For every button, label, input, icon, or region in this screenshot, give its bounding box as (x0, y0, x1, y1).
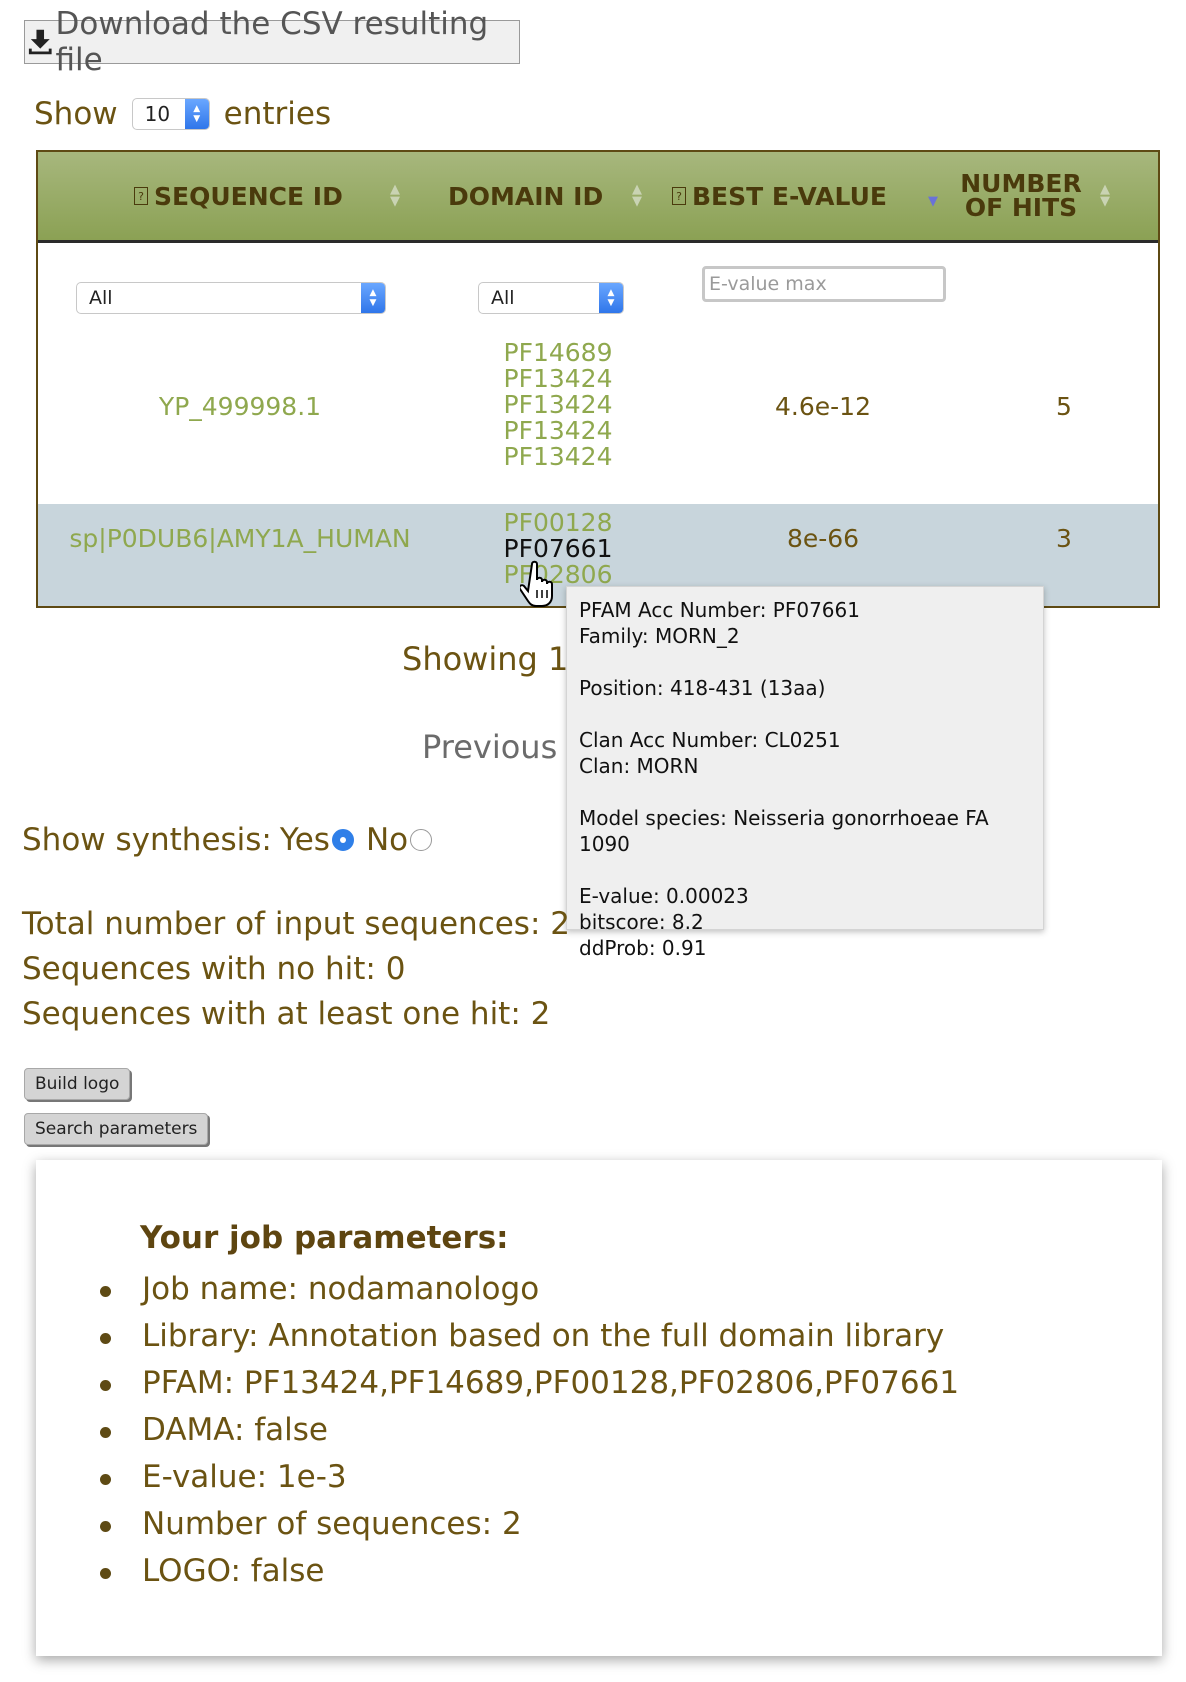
domain-link[interactable]: PF13424 (458, 392, 658, 418)
sort-icon[interactable]: ▲ ▼ (1100, 183, 1110, 208)
table-row-1-evalue: 4.6e-12 (775, 392, 871, 421)
tooltip-acc: PFAM Acc Number: PF07661 (579, 598, 860, 622)
tooltip-clan-acc: Clan Acc Number: CL0251 (579, 728, 841, 752)
sort-icon[interactable]: ▲ ▼ (632, 183, 642, 208)
pagination-info: Showing 1 (402, 640, 569, 678)
entries-suffix: entries (223, 96, 332, 132)
header-sequence-id-label: SEQUENCE ID (154, 181, 343, 211)
table-row-1-sequence-id[interactable]: YP_499998.1 (38, 392, 442, 421)
header-best-evalue-label: BEST E-VALUE (692, 181, 887, 211)
help-icon: ? (672, 187, 686, 205)
evalue-placeholder: E-value max (709, 273, 827, 295)
download-icon (28, 29, 52, 55)
table-row-1-hits: 5 (1056, 392, 1072, 421)
search-parameters-button[interactable]: Search parameters (24, 1113, 209, 1145)
sequence-id-filter-value: All (89, 287, 113, 309)
stat-no-hit: Sequences with no hit: 0 (22, 951, 406, 987)
build-logo-button[interactable]: Build logo (24, 1068, 131, 1100)
select-arrows-icon: ▲ ▼ (361, 283, 385, 313)
download-csv-label: Download the CSV resulting file (55, 6, 489, 78)
header-hits-line2: OF HITS (964, 193, 1078, 222)
table-row-2-evalue: 8e-66 (786, 524, 860, 553)
domain-link-hovered[interactable]: PF07661 (458, 536, 658, 562)
header-number-of-hits[interactable]: NUMBER OF HITS (946, 152, 1096, 240)
entries-value: 10 (144, 102, 171, 126)
sort-icon[interactable]: ▲ ▼ (390, 183, 400, 208)
header-sequence-id[interactable]: ? SEQUENCE ID (134, 152, 343, 240)
tooltip-bitscore: bitscore: 8.2 (579, 910, 704, 934)
list-item: Number of sequences: 2 (98, 1501, 959, 1548)
sequence-id-filter[interactable]: All ▲ ▼ (76, 282, 386, 314)
stat-total-sequences: Total number of input sequences: 2 (22, 906, 570, 942)
list-item: E-value: 1e-3 (98, 1454, 959, 1501)
table-row-2-sequence-id[interactable]: sp|P0DUB6|AMY1A_HUMAN (38, 524, 442, 553)
list-item: DAMA: false (98, 1407, 959, 1454)
domain-id-filter[interactable]: All ▲ ▼ (478, 282, 624, 314)
domain-link[interactable]: PF14689 (458, 340, 658, 366)
help-icon: ? (134, 187, 148, 205)
show-synthesis: Show synthesis: Yes No (22, 822, 433, 858)
synthesis-label: Show synthesis: (22, 822, 272, 858)
tooltip-evalue: E-value: 0.00023 (579, 884, 749, 908)
domain-id-filter-value: All (491, 287, 515, 309)
tooltip-ddprob: ddProb: 0.91 (579, 936, 707, 960)
tooltip-model-species: Model species: Neisseria gonorrhoeae FA … (579, 806, 989, 856)
domain-tooltip: PFAM Acc Number: PF07661 Family: MORN_2 … (566, 586, 1044, 960)
download-csv-button[interactable]: Download the CSV resulting file (24, 6, 520, 78)
synthesis-yes-radio[interactable] (331, 829, 354, 851)
tooltip-position: Position: 418-431 (13aa) (579, 676, 826, 700)
header-best-evalue[interactable]: ? BEST E-VALUE (672, 152, 887, 240)
job-parameters-list: Job name: nodamanologo Library: Annotati… (98, 1266, 959, 1595)
domain-link[interactable]: PF13424 (458, 418, 658, 444)
tooltip-clan: Clan: MORN (579, 754, 699, 778)
table-row-2-hits: 3 (1056, 524, 1072, 553)
evalue-max-input[interactable]: E-value max (702, 266, 946, 302)
domain-link[interactable]: PF13424 (458, 366, 658, 392)
header-domain-id-label: DOMAIN ID (448, 181, 604, 211)
list-item: Library: Annotation based on the full do… (98, 1313, 959, 1360)
results-table: ? SEQUENCE ID ▲ ▼ DOMAIN ID ▲ ▼ ? BEST E-V… (36, 150, 1160, 608)
synthesis-no-radio[interactable] (410, 829, 433, 851)
header-domain-id[interactable]: DOMAIN ID (448, 152, 603, 240)
domain-link[interactable]: PF00128 (458, 510, 658, 536)
table-header: ? SEQUENCE ID ▲ ▼ DOMAIN ID ▲ ▼ ? BEST E-V… (38, 152, 1158, 243)
select-arrows-icon: ▲ ▼ (599, 283, 623, 313)
tooltip-family: Family: MORN_2 (579, 624, 740, 648)
sort-desc-icon[interactable]: ▲▼ (928, 184, 938, 208)
domain-link[interactable]: PF13424 (458, 444, 658, 470)
list-item: Job name: nodamanologo (98, 1266, 959, 1313)
job-parameters-panel: Your job parameters: Job name: nodamanol… (36, 1160, 1162, 1656)
show-label: Show (34, 96, 118, 132)
previous-button[interactable]: Previous (422, 728, 557, 766)
list-item: LOGO: false (98, 1548, 959, 1595)
stat-at-least-one-hit: Sequences with at least one hit: 2 (22, 996, 551, 1032)
table-row-1-domains: PF14689 PF13424 PF13424 PF13424 PF13424 (458, 340, 658, 470)
list-item: PFAM: PF13424,PF14689,PF00128,PF02806,PF… (98, 1360, 959, 1407)
synthesis-yes-label: Yes (279, 822, 330, 858)
synthesis-no-label: No (365, 822, 409, 858)
job-parameters-title: Your job parameters: (140, 1220, 509, 1256)
show-entries: Show 10 ▲ ▼ entries (34, 96, 331, 132)
hand-pointer-icon (520, 560, 553, 607)
entries-select[interactable]: 10 ▲ ▼ (131, 98, 210, 130)
select-arrows-icon: ▲ ▼ (184, 99, 209, 129)
